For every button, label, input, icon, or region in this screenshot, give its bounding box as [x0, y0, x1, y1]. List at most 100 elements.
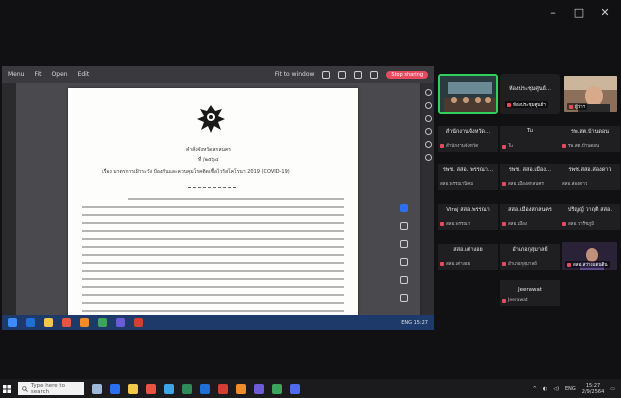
- doc-number: ที่ /๒๕๖๔: [198, 157, 219, 163]
- word-icon[interactable]: [200, 383, 210, 394]
- mic-off-icon: [502, 298, 506, 303]
- participant-name: Jeerawat: [517, 287, 543, 293]
- store-icon[interactable]: [164, 383, 174, 394]
- stop-sharing-button[interactable]: Stop sharing: [386, 70, 428, 79]
- maximize-button[interactable]: □: [573, 6, 585, 19]
- text-line: [82, 230, 344, 232]
- participant-tile[interactable]: สสอ.เต่างอย สสอ.เต่างอย: [438, 244, 498, 270]
- left-rail: [2, 83, 16, 315]
- menu-item[interactable]: Fit: [34, 71, 41, 78]
- participant-tile[interactable]: Jeerawat Jeerawat: [500, 280, 560, 306]
- teams-icon[interactable]: [254, 383, 264, 394]
- search-box[interactable]: Type here to search: [18, 382, 84, 395]
- undo-icon[interactable]: [400, 294, 408, 302]
- desktop: – □ ✕ Menu Fit Open Edit Fit to window S…: [0, 0, 621, 398]
- shared-screen: Menu Fit Open Edit Fit to window Stop sh…: [2, 66, 434, 330]
- volume-icon[interactable]: ◁): [553, 386, 559, 392]
- start-button[interactable]: [0, 379, 14, 398]
- settings-icon[interactable]: [370, 70, 379, 79]
- participant-name: รพช. สสอ.เมือง...: [508, 167, 552, 173]
- menu-item[interactable]: Menu: [8, 71, 24, 78]
- task-view-icon[interactable]: [92, 383, 102, 394]
- participant-tile[interactable]: รพช.สสอ.ส่องดาว สสอ.ส่องดาว: [560, 164, 620, 190]
- participant-tile[interactable]: Viraj สสอ.พรรณา สสอ.พรรณา: [438, 204, 498, 230]
- cursor-icon[interactable]: [400, 204, 408, 212]
- zoom-icon[interactable]: [290, 383, 300, 394]
- search-icon[interactable]: [322, 70, 331, 79]
- network-icon[interactable]: ◐: [543, 386, 547, 392]
- participant-sub: ผู้ว่าฯ: [575, 105, 586, 110]
- mic-off-icon: [569, 104, 573, 109]
- text-line: [82, 278, 344, 280]
- participant-tile[interactable]: สสอ.เมืองสกลนคร สสอ.เมือง: [500, 204, 560, 230]
- folder-icon: [44, 318, 53, 327]
- participant-sub: สสอ.สว่างแดนดิน: [573, 263, 608, 268]
- chrome-icon[interactable]: [146, 383, 156, 394]
- menu-item[interactable]: Open: [52, 71, 68, 78]
- clock-date: 2/9/2564: [581, 388, 605, 395]
- eraser-icon[interactable]: [400, 258, 408, 266]
- mic-off-icon: [562, 221, 566, 226]
- participant-sub: อำเภอกุสุมาลย์: [508, 262, 537, 267]
- people-icon[interactable]: [424, 102, 432, 109]
- video-tile[interactable]: [438, 74, 498, 114]
- mic-off-icon: [507, 102, 511, 107]
- participant-tile[interactable]: อำเภอกุสุมาลย์ อำเภอกุสุมาลย์: [500, 244, 560, 270]
- language-indicator[interactable]: ENG: [565, 386, 576, 392]
- line-icon[interactable]: [272, 383, 282, 394]
- text-line: [82, 302, 344, 304]
- mic-off-icon: [440, 261, 444, 266]
- firefox-icon[interactable]: [236, 383, 246, 394]
- video-tile[interactable]: ผู้ว่าฯ: [562, 74, 619, 114]
- close-button[interactable]: ✕: [599, 6, 611, 19]
- mic-off-icon: [502, 144, 506, 149]
- text-line: [128, 198, 344, 200]
- minimize-button[interactable]: –: [547, 6, 559, 19]
- divider: [188, 187, 236, 188]
- excel-icon[interactable]: [182, 383, 192, 394]
- participant-sub: สสอ.เต่างอย: [446, 262, 471, 267]
- edge-icon[interactable]: [110, 383, 120, 394]
- window-controls: – □ ✕: [547, 6, 611, 19]
- participant-tile[interactable]: สำนักงานจังหวัด... สำนักงานจังหวัด: [438, 126, 498, 152]
- annotation-toolbar: [398, 204, 410, 302]
- participant-name: Tu: [526, 128, 533, 134]
- chat-icon[interactable]: [424, 89, 432, 96]
- system-tray: ^ ◐ ◁) ENG 15:27 2/9/2564 ▭: [533, 383, 621, 395]
- clock[interactable]: 15:27 2/9/2564: [582, 383, 604, 395]
- file-explorer-icon[interactable]: [128, 383, 138, 394]
- highlighter-icon[interactable]: [400, 240, 408, 248]
- participant-tile[interactable]: รพช. สสอ.เมือง... สสอ.เมืองสกลนคร: [500, 164, 560, 190]
- participant-sub: Tu: [508, 144, 513, 149]
- participants-panel: ห้องประชุมศูนย์... ห้องประชุมศูนย์ฯ ผู้ว…: [436, 72, 620, 312]
- pdf-icon: [134, 318, 143, 327]
- participant-name: รพช.สสอ.ส่องดาว: [568, 167, 612, 173]
- participant-tile[interactable]: รพช. สสอ. พรรณา... สสอ.พรรณานิคม: [438, 164, 498, 190]
- mic-icon[interactable]: [424, 128, 432, 135]
- participant-sub: สสอ.ส่องดาว: [562, 182, 588, 187]
- participant-name: Viraj สสอ.พรรณา: [446, 207, 490, 213]
- garuda-emblem-icon: [197, 105, 225, 133]
- participant-tile[interactable]: รพ.สต.บ้านดอน รพ.สต.บ้านดอน: [560, 126, 620, 152]
- menu-item[interactable]: Edit: [78, 71, 90, 78]
- participant-name: ห้องประชุมศูนย์...: [508, 86, 552, 92]
- powerpoint-icon[interactable]: [218, 383, 228, 394]
- teams-icon: [116, 318, 125, 327]
- share-icon[interactable]: [424, 141, 432, 148]
- video-tile[interactable]: สสอ.สว่างแดนดิน: [560, 240, 619, 272]
- pen-icon[interactable]: [400, 222, 408, 230]
- save-icon[interactable]: [354, 70, 363, 79]
- participant-name: รพ.สต.บ้านดอน: [571, 129, 609, 135]
- notifications-icon[interactable]: ▭: [610, 386, 615, 392]
- participant-tile[interactable]: ห้องประชุมศูนย์... ห้องประชุมศูนย์ฯ: [500, 74, 560, 114]
- participant-tile[interactable]: ปริญญ์ วาฤติ สสอ. สสอ.วาริชภูมิ: [560, 204, 620, 230]
- text-icon[interactable]: [400, 276, 408, 284]
- print-icon[interactable]: [338, 70, 347, 79]
- participant-tile[interactable]: Tu Tu: [500, 126, 560, 152]
- pdf-toolbar: Menu Fit Open Edit Fit to window Stop sh…: [2, 66, 434, 83]
- camera-icon[interactable]: [424, 115, 432, 122]
- more-icon[interactable]: [424, 154, 432, 161]
- zoom-label[interactable]: Fit to window: [275, 71, 315, 78]
- participant-sub: สสอ.เมือง: [508, 222, 528, 227]
- chevron-up-icon[interactable]: ^: [533, 386, 537, 392]
